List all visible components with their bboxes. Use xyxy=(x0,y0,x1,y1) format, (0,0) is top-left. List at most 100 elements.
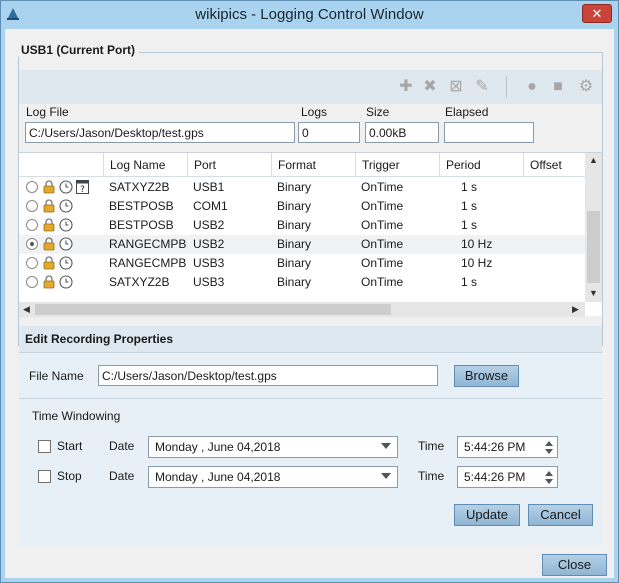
cell-log-name: RANGECMPB xyxy=(109,256,187,270)
lock-icon[interactable] xyxy=(43,180,55,194)
stop-date-label: Date xyxy=(109,469,135,483)
scroll-left-icon[interactable]: ◀ xyxy=(23,302,30,317)
logs-field[interactable]: 0 xyxy=(298,122,360,143)
start-label: Start xyxy=(57,439,83,453)
spin-down-icon[interactable] xyxy=(545,479,553,484)
column-header-port[interactable]: Port xyxy=(187,153,271,177)
lock-icon[interactable] xyxy=(43,256,55,270)
log-file-field[interactable]: C:/Users/Jason/Desktop/test.gps xyxy=(25,122,295,143)
column-header-period[interactable]: Period xyxy=(439,153,523,177)
size-field[interactable]: 0.00kB xyxy=(365,122,439,143)
scroll-right-icon[interactable]: ▶ xyxy=(572,302,579,317)
lock-icon[interactable] xyxy=(43,237,55,251)
title-bar[interactable]: wikipics - Logging Control Window ✕ xyxy=(1,1,618,29)
table-row[interactable]: ? SATXYZ2B USB1 Binary OnTime 1 s xyxy=(19,178,585,197)
table-row[interactable]: SATXYZ2B USB3 Binary OnTime 1 s xyxy=(19,273,585,292)
start-date-select[interactable]: Monday , June 04,2018 xyxy=(148,436,398,458)
start-checkbox[interactable] xyxy=(38,440,51,453)
stop-time-spinner[interactable]: 5:44:26 PM xyxy=(457,466,558,488)
cell-port: COM1 xyxy=(193,199,228,213)
cell-log-name: BESTPOSB xyxy=(109,199,174,213)
row-select-radio[interactable] xyxy=(26,276,38,288)
column-header-log-name[interactable]: Log Name xyxy=(103,153,187,177)
table-row[interactable]: BESTPOSB COM1 Binary OnTime 1 s xyxy=(19,197,585,216)
vertical-scroll-thumb[interactable] xyxy=(587,211,600,283)
size-label: Size xyxy=(366,105,390,119)
table-row[interactable]: RANGECMPB USB2 Binary OnTime 10 Hz xyxy=(19,235,585,254)
stop-icon[interactable]: ■ xyxy=(549,78,567,96)
port-group-legend: USB1 (Current Port) xyxy=(17,43,140,57)
log-table: Log Name Port Format Trigger Period Offs… xyxy=(19,152,602,317)
cell-period: 1 s xyxy=(461,218,478,232)
start-time-spinner[interactable]: 5:44:26 PM xyxy=(457,436,558,458)
cell-log-name: SATXYZ2B xyxy=(109,275,170,289)
window-close-icon[interactable]: ✕ xyxy=(582,4,612,23)
stop-date-value: Monday , June 04,2018 xyxy=(155,470,281,484)
cell-trigger: OnTime xyxy=(361,256,404,270)
cell-trigger: OnTime xyxy=(361,275,404,289)
row-select-radio[interactable] xyxy=(26,181,38,193)
lock-icon[interactable] xyxy=(43,275,55,289)
query-log-icon[interactable]: ? xyxy=(76,180,89,194)
clock-icon[interactable] xyxy=(59,256,73,270)
edit-icon[interactable]: ✎ xyxy=(473,78,491,96)
start-date-label: Date xyxy=(109,439,135,453)
stop-date-select[interactable]: Monday , June 04,2018 xyxy=(148,466,398,488)
spin-down-icon[interactable] xyxy=(545,449,553,454)
table-horizontal-scrollbar[interactable]: ◀ ▶ xyxy=(19,302,585,317)
clock-icon[interactable] xyxy=(59,218,73,232)
row-select-radio[interactable] xyxy=(26,257,38,269)
window-footer: Close xyxy=(5,546,614,578)
start-time-value: 5:44:26 PM xyxy=(464,440,526,454)
cell-period: 1 s xyxy=(461,199,478,213)
cancel-button[interactable]: Cancel xyxy=(528,504,593,526)
clock-icon[interactable] xyxy=(59,199,73,213)
table-row[interactable]: BESTPOSB USB2 Binary OnTime 1 s xyxy=(19,216,585,235)
spin-up-icon[interactable] xyxy=(545,441,553,446)
table-vertical-scrollbar[interactable]: ▲ ▼ xyxy=(585,153,602,302)
row-select-radio[interactable] xyxy=(26,219,38,231)
browse-button[interactable]: Browse xyxy=(454,365,519,387)
column-header-format[interactable]: Format xyxy=(271,153,355,177)
add-icon[interactable]: ✚ xyxy=(397,78,415,96)
stop-label: Stop xyxy=(57,469,82,483)
row-select-radio[interactable] xyxy=(26,238,38,250)
update-button[interactable]: Update xyxy=(454,504,520,526)
cell-port: USB3 xyxy=(193,275,225,289)
elapsed-field[interactable] xyxy=(444,122,534,143)
window-client-area: USB1 (Current Port) ✚ ✖ ⊠ ✎ ● ■ ⚙ Log Fi… xyxy=(5,29,614,578)
record-icon[interactable]: ● xyxy=(523,78,541,96)
scroll-up-icon[interactable]: ▲ xyxy=(589,153,598,168)
column-header-offset[interactable]: Offset xyxy=(523,153,585,177)
table-row[interactable]: RANGECMPB USB3 Binary OnTime 10 Hz xyxy=(19,254,585,273)
clock-icon[interactable] xyxy=(59,180,73,194)
chevron-down-icon[interactable] xyxy=(381,473,391,479)
row-select-radio[interactable] xyxy=(26,200,38,212)
edit-recording-header: Edit Recording Properties xyxy=(19,326,602,352)
stop-checkbox[interactable] xyxy=(38,470,51,483)
start-time-label: Time xyxy=(418,439,445,453)
clock-icon[interactable] xyxy=(59,275,73,289)
clock-icon[interactable] xyxy=(59,237,73,251)
cell-trigger: OnTime xyxy=(361,218,404,232)
cell-format: Binary xyxy=(277,180,312,194)
file-name-field[interactable]: C:/Users/Jason/Desktop/test.gps xyxy=(98,365,438,386)
horizontal-scroll-thumb[interactable] xyxy=(35,304,391,315)
delete-icon[interactable]: ✖ xyxy=(421,78,439,96)
settings-icon[interactable]: ⚙ xyxy=(577,78,595,96)
column-header-trigger[interactable]: Trigger xyxy=(355,153,439,177)
cell-trigger: OnTime xyxy=(361,180,404,194)
toolbar-separator xyxy=(506,76,507,98)
lock-icon[interactable] xyxy=(43,199,55,213)
scroll-down-icon[interactable]: ▼ xyxy=(589,286,598,301)
cell-log-name: BESTPOSB xyxy=(109,218,174,232)
delete-all-icon[interactable]: ⊠ xyxy=(447,78,465,96)
cell-period: 10 Hz xyxy=(461,237,493,251)
cell-format: Binary xyxy=(277,199,312,213)
lock-icon[interactable] xyxy=(43,218,55,232)
elapsed-label: Elapsed xyxy=(445,105,489,119)
cell-port: USB1 xyxy=(193,180,225,194)
spin-up-icon[interactable] xyxy=(545,471,553,476)
close-button[interactable]: Close xyxy=(542,554,607,576)
chevron-down-icon[interactable] xyxy=(381,443,391,449)
